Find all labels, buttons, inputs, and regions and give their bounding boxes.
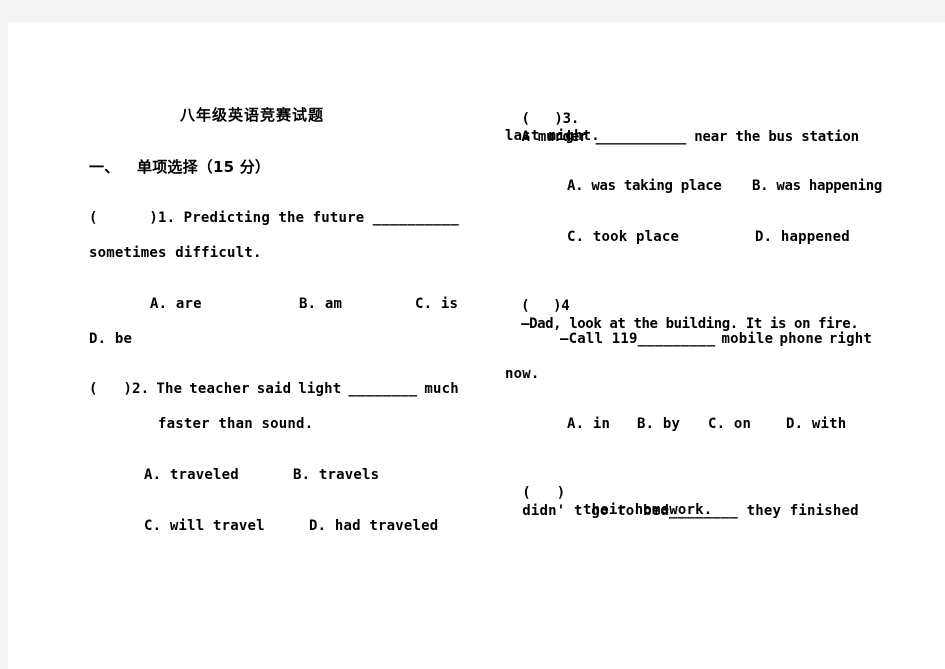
q2-option-a: A. traveled [144,467,239,483]
answer-bracket[interactable]: ( ) [522,485,565,501]
document-title: 八年级英语竞赛试题 [180,106,325,124]
q1-word: the [278,210,305,226]
q4-word: phone [779,331,823,347]
q3-option-d: D. happened [755,229,850,245]
q4-option-a: A. in [567,416,611,432]
q3-option-b: B. was happening [752,178,883,194]
q4-option-d: D. with [786,416,847,432]
q1-word: Predicting [183,210,270,226]
question-4-line-1: ( )4 —Dad, look at the building. It is o… [505,279,859,333]
q1-option-d: D. be [89,331,133,347]
q2-option-c: C. will travel [144,518,265,534]
question-4-line-2: —Call 119_________ mobile phone right [560,330,872,348]
q1-option-a: A. are [150,296,202,312]
q4-option-c: C. on [708,416,752,432]
question-1-line-1: ( )1. Predicting the future __________ [89,209,459,227]
answer-bracket[interactable]: ( )2. [89,380,149,398]
q4-option-b: B. by [637,416,681,432]
answer-bracket[interactable]: ( )4 [521,298,570,314]
q2-word: said [256,381,292,397]
q2-option-d: D. had traveled [309,518,439,534]
question-2-line-2: faster than sound. [158,416,314,432]
question-2-line-1: ( )2. The teacher said light ________ mu… [89,380,459,398]
q1-option-b: B. am [299,296,343,312]
section-number: 一、 [89,158,120,176]
q4-word: mobile [721,331,774,347]
q2-option-b: B. travels [293,467,380,483]
question-4-line-3: now. [505,366,540,382]
q1-word: future [312,210,365,226]
q2-word: teacher [189,381,250,397]
q2-word: The [156,381,183,397]
answer-blank: __________ [372,210,459,226]
q4-reply: —Call 119_________ [560,331,716,347]
q3-option-c: C. took place [567,229,680,245]
q2-word: light [298,381,342,397]
section-heading: 单项选择（15 分） [137,158,271,176]
q4-word: right [828,331,872,347]
q2-word: much [424,381,459,397]
question-1-line-2: sometimes difficult. [89,245,262,261]
answer-blank: ________ [348,381,418,397]
answer-bracket[interactable]: ( )3. [521,111,579,127]
question-5-line-2: their homework. [583,502,713,518]
q1-option-c: C. is [415,296,459,312]
question-3-line-2: last night. [505,128,600,144]
q3-option-a: A. was taking place [567,178,722,194]
answer-bracket[interactable]: ( )1. [89,209,175,227]
